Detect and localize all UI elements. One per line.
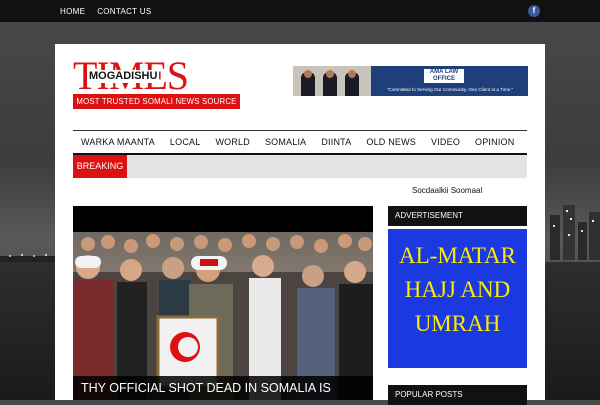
background-city-left bbox=[0, 254, 55, 262]
nav-item-diinta[interactable]: DIINTA bbox=[321, 137, 351, 147]
nav-item-opinion[interactable]: OPINION bbox=[475, 137, 514, 147]
popular-posts-header: POPULAR POSTS bbox=[388, 385, 527, 405]
main-container: TIMES MOGADISHU MOST TRUSTED SOMALI NEWS… bbox=[55, 44, 545, 405]
featured-photo[interactable] bbox=[73, 232, 373, 400]
background-city-right bbox=[550, 205, 600, 260]
top-nav-contact-us[interactable]: CONTACT US bbox=[97, 7, 151, 16]
nav-item-warka-maanta[interactable]: WARKA MAANTA bbox=[81, 137, 155, 147]
top-nav: HOME CONTACT US bbox=[60, 0, 151, 22]
main-navigation: WARKA MAANTA LOCAL WORLD SOMALIA DIINTA … bbox=[73, 130, 527, 156]
facebook-icon[interactable]: f bbox=[528, 5, 540, 17]
advertisement-label: ADVERTISEMENT bbox=[388, 206, 527, 226]
top-bar: HOME CONTACT US f bbox=[0, 0, 600, 22]
ad-slogan: "Committed to Serving Our Community, One… bbox=[386, 87, 514, 92]
logo-tagline: MOST TRUSTED SOMALI NEWS SOURCE bbox=[73, 94, 240, 109]
featured-article[interactable]: THY OFFICIAL SHOT DEAD IN SOMALIA IS bbox=[73, 206, 373, 400]
crowd-illustration bbox=[73, 234, 373, 400]
sidebar-ad-line-2: HAJJ AND bbox=[404, 277, 511, 302]
nav-item-local[interactable]: LOCAL bbox=[170, 137, 201, 147]
ad-photo-people bbox=[293, 66, 371, 96]
sidebar-ad-line-3: UMRAH bbox=[414, 311, 501, 336]
nav-item-world[interactable]: WORLD bbox=[215, 137, 250, 147]
logo-city: MOGADISHU bbox=[87, 70, 160, 83]
sidebar-ad-box: AL-MATAR HAJJ AND UMRAH bbox=[388, 229, 527, 368]
header-ad-banner[interactable]: AMA LAW OFFICE "Committed to Serving Our… bbox=[293, 66, 528, 96]
ticker-headline[interactable]: Socdaalkii Soomaal bbox=[412, 186, 482, 195]
ad-law-office-logo: AMA LAW OFFICE bbox=[423, 68, 465, 84]
sidebar-ad-line-1: AL-MATAR bbox=[399, 243, 516, 268]
breaking-label: BREAKING bbox=[73, 155, 127, 178]
nav-item-old-news[interactable]: OLD NEWS bbox=[366, 137, 416, 147]
nav-item-video[interactable]: VIDEO bbox=[431, 137, 460, 147]
nav-item-somalia[interactable]: SOMALIA bbox=[265, 137, 306, 147]
top-nav-home[interactable]: HOME bbox=[60, 7, 85, 16]
breaking-news-ticker: BREAKING bbox=[73, 155, 527, 178]
featured-headline[interactable]: THY OFFICIAL SHOT DEAD IN SOMALIA IS bbox=[73, 376, 373, 400]
sidebar-ad[interactable]: AL-MATAR HAJJ AND UMRAH bbox=[388, 227, 527, 370]
site-logo[interactable]: TIMES MOGADISHU MOST TRUSTED SOMALI NEWS… bbox=[73, 56, 243, 112]
sidebar-ad-text: AL-MATAR HAJJ AND UMRAH bbox=[388, 239, 527, 341]
